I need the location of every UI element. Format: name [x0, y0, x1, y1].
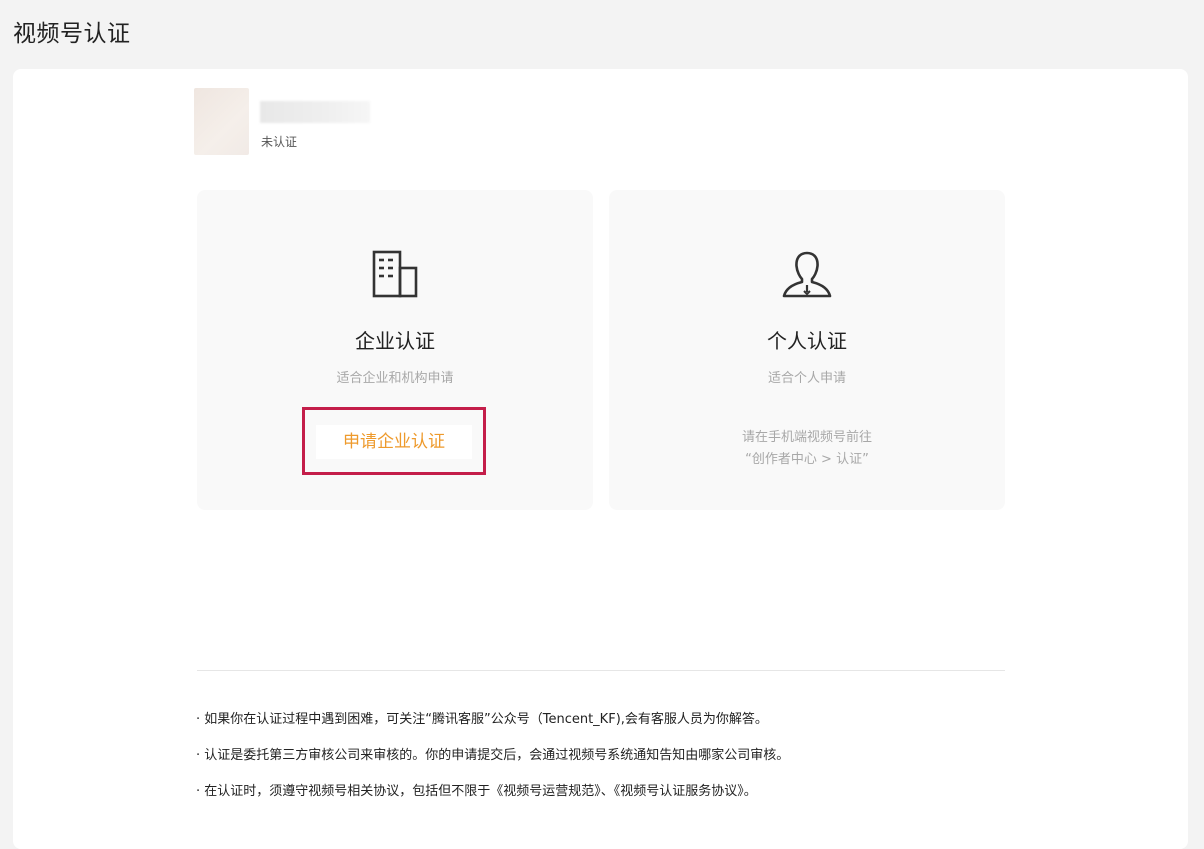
personal-card-title: 个人认证 [767, 329, 847, 353]
page-title: 视频号认证 [13, 21, 131, 47]
enterprise-card: 企业认证 适合企业和机构申请 申请企业认证 [197, 190, 593, 510]
enterprise-card-title: 企业认证 [355, 329, 435, 353]
person-icon [782, 251, 832, 298]
note-item: · 如果你在认证过程中遇到困难，可关注“腾讯客服”公众号（Tencent_KF)… [196, 712, 768, 727]
notes-list: · 如果你在认证过程中遇到困难，可关注“腾讯客服”公众号（Tencent_KF)… [196, 710, 1096, 818]
apply-button-highlight: 申请企业认证 [302, 407, 486, 475]
note-item: · 在认证时，须遵守视频号相关协议，包括但不限于《视频号运营规范》、《视频号认证… [196, 784, 757, 799]
personal-card-subtitle: 适合个人申请 [767, 371, 846, 386]
account-status: 未认证 [261, 135, 298, 149]
account-name-blurred [260, 101, 370, 123]
personal-card: 个人认证 适合个人申请 请在手机端视频号前往 “创作者中心 > 认证” [609, 190, 1005, 510]
main-panel: 未认证 企业认证 适合企业和机构申请 申请企业认证 个人认证 适合个人申请 请在… [13, 69, 1188, 849]
personal-note-line-1: 请在手机端视频号前往 [741, 430, 872, 445]
building-icon [372, 250, 418, 298]
avatar [194, 88, 249, 155]
account-info: 未认证 [194, 88, 594, 156]
enterprise-card-subtitle: 适合企业和机构申请 [336, 371, 454, 386]
divider [197, 670, 1005, 671]
apply-enterprise-button[interactable]: 申请企业认证 [316, 425, 472, 459]
personal-note-line-2: “创作者中心 > 认证” [745, 452, 869, 467]
note-item: · 认证是委托第三方审核公司来审核的。你的申请提交后，会通过视频号系统通知告知由… [196, 748, 790, 763]
personal-card-note: 请在手机端视频号前往 “创作者中心 > 认证” [609, 427, 1005, 471]
